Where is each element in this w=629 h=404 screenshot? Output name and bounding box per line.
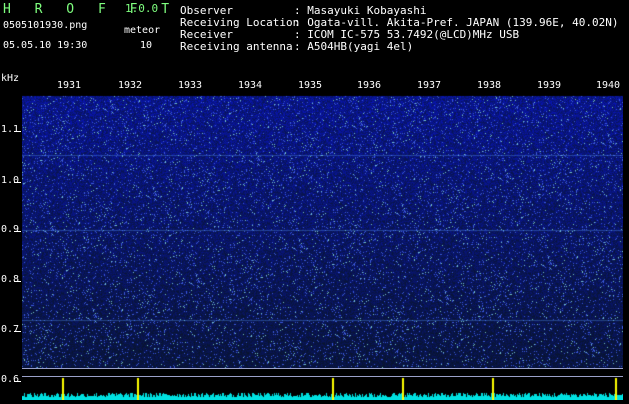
antenna-value: : A504HB(yagi 4el) [294, 40, 414, 53]
axis-unit: kHz [1, 73, 20, 84]
tick-label-0-7: 0.7 [1, 324, 20, 335]
time-label-1938: 1938 [476, 80, 503, 91]
meteor-count: 10 [140, 40, 153, 51]
separator-line [22, 368, 623, 369]
receiver-value: : ICOM IC-575 53.7492(@LCD)MHz USB [294, 28, 520, 41]
tick-mark [14, 381, 21, 382]
tick-label-0-9: 0.9 [1, 224, 20, 235]
time-label-1940: 1940 [595, 80, 622, 91]
image-filename: 0505101930.png [3, 20, 88, 31]
meteor-activity-canvas [22, 370, 623, 400]
tick-label-0-6: 0.6 [1, 374, 20, 385]
receiver-label: Receiver [180, 28, 233, 41]
tick-mark [14, 131, 21, 132]
tick-label-1-1: 1.1 [1, 124, 20, 135]
time-label-1934: 1934 [237, 80, 264, 91]
antenna-label: Receiving antenna [180, 40, 293, 53]
time-label-1931: 1931 [56, 80, 83, 91]
meteor-label: meteor [124, 25, 161, 36]
app-version: 1.0.0 [125, 2, 159, 15]
time-label-1936: 1936 [356, 80, 383, 91]
tick-label-1-0: 1.0 [1, 175, 20, 186]
location-value: : Ogata-vill. Akita-Pref. JAPAN (139.96E… [294, 16, 619, 29]
tick-mark [14, 281, 21, 282]
spectrogram-canvas [22, 78, 623, 368]
time-label-1937: 1937 [416, 80, 443, 91]
tick-label-0-8: 0.8 [1, 274, 20, 285]
meteor-activity-bar [22, 370, 623, 400]
observation-datetime: 05.05.10 19:30 [3, 40, 88, 51]
time-label-1935: 1935 [297, 80, 324, 91]
spectrogram [22, 78, 623, 368]
time-label-1932: 1932 [117, 80, 144, 91]
observer-value: : Masayuki Kobayashi [294, 4, 427, 17]
tick-mark [14, 331, 21, 332]
time-label-1933: 1933 [177, 80, 204, 91]
location-label: Receiving Location [180, 16, 300, 29]
tick-mark [14, 231, 21, 232]
observer-label: Observer [180, 4, 233, 17]
tick-mark [14, 182, 21, 183]
time-label-1939: 1939 [536, 80, 563, 91]
